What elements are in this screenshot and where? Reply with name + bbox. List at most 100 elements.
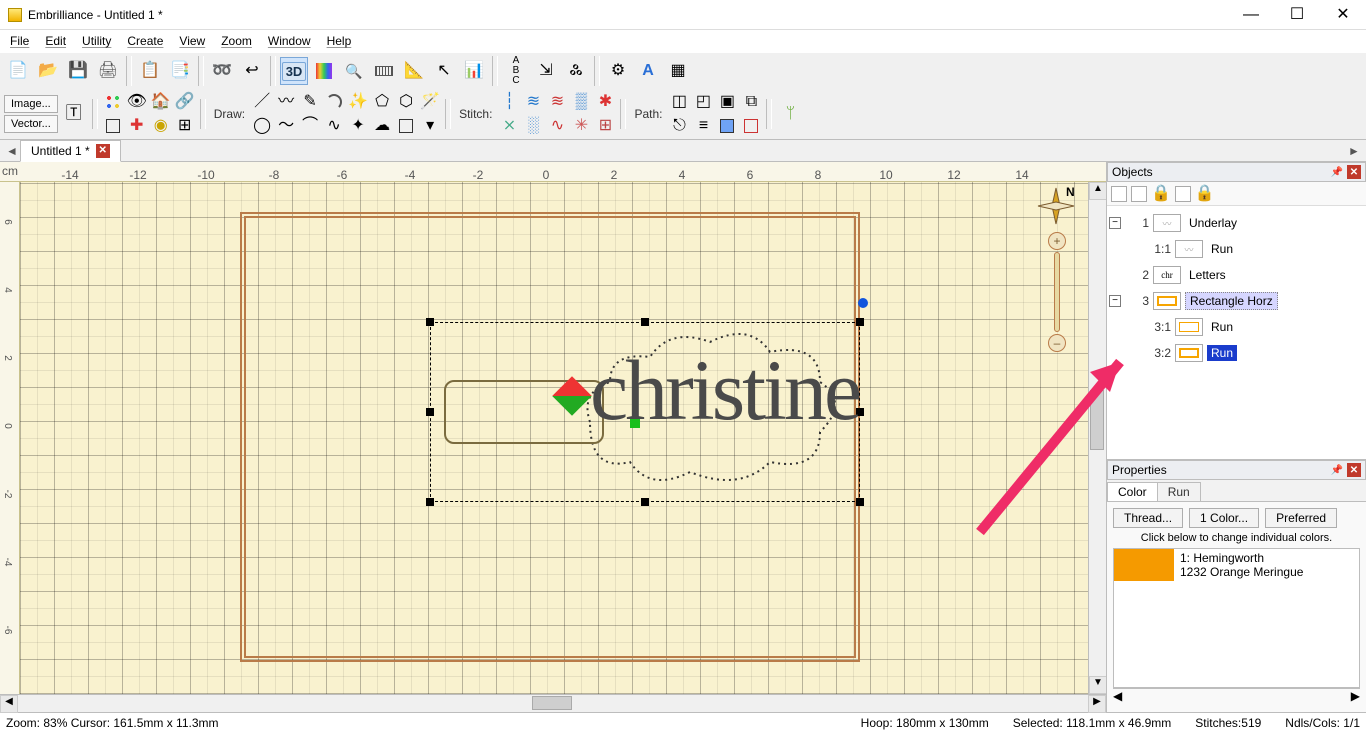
pointer-icon[interactable]: ↖ — [430, 57, 458, 85]
minimize-button[interactable]: — — [1228, 0, 1274, 30]
scroll-thumb[interactable] — [532, 696, 572, 710]
polyline-icon[interactable]: 〰 — [275, 91, 297, 113]
copy-icon[interactable]: 📋 — [136, 57, 164, 85]
gear-icon[interactable]: ⚙ — [604, 57, 632, 85]
fill-blue-icon[interactable] — [716, 115, 738, 137]
image-button[interactable]: Image... — [4, 95, 58, 113]
break-icon[interactable]: ⎋ — [668, 115, 690, 137]
grid-icon[interactable]: ▦ — [664, 57, 692, 85]
list-icon[interactable] — [1131, 186, 1147, 202]
vertical-scrollbar[interactable]: ▲ ▼ — [1088, 182, 1106, 694]
menu-utility[interactable]: Utility — [76, 32, 117, 50]
scroll-left-icon[interactable]: ◀ — [1113, 689, 1122, 706]
menu-window[interactable]: Window — [262, 32, 317, 50]
measure-icon[interactable]: 📐 — [400, 57, 428, 85]
pin-icon[interactable]: 📌 — [1331, 167, 1343, 178]
tree-item-rect-run1[interactable]: 3:1 Run — [1109, 314, 1364, 340]
cross-icon[interactable]: ⨯ — [498, 115, 520, 137]
rect-icon[interactable] — [395, 115, 417, 137]
compass-icon[interactable]: N — [1036, 186, 1076, 226]
fan-icon[interactable]: 𑗘 — [562, 57, 590, 85]
cut-icon[interactable] — [1175, 186, 1191, 202]
wave-icon[interactable]: ∿ — [546, 115, 568, 137]
motif-icon[interactable]: ✱ — [594, 91, 616, 113]
eyedropper-icon[interactable] — [102, 91, 124, 113]
color-swatch[interactable] — [1114, 549, 1174, 581]
resize-handle[interactable] — [426, 408, 434, 416]
cloud-icon[interactable]: ☁ — [371, 115, 393, 137]
resize-handle[interactable] — [426, 318, 434, 326]
texture-icon[interactable]: ⊞ — [594, 115, 616, 137]
maximize-button[interactable]: ☐ — [1274, 0, 1320, 30]
lock2-icon[interactable]: 🔒 — [1195, 186, 1215, 202]
resize-handle[interactable] — [856, 498, 864, 506]
resize-handle[interactable] — [856, 318, 864, 326]
wand-icon[interactable]: 🪄 — [419, 91, 441, 113]
spline-icon[interactable]: 〜 — [275, 115, 297, 137]
colorbars-icon[interactable]: 📊 — [460, 57, 488, 85]
panel-close-icon[interactable]: ✕ — [1347, 165, 1361, 179]
shape2-icon[interactable]: ⬡ — [395, 91, 417, 113]
select-icon[interactable] — [102, 115, 124, 137]
3d-button[interactable]: 3D — [280, 57, 308, 85]
palette-icon[interactable] — [310, 57, 338, 85]
dropdown-icon[interactable]: ▾ — [419, 115, 441, 137]
eye-icon[interactable]: 👁 — [126, 91, 148, 113]
resize-handle[interactable] — [641, 498, 649, 506]
scroll-up-icon[interactable]: ▲ — [1089, 182, 1106, 200]
line-icon[interactable]: ／ — [251, 91, 273, 113]
horizontal-scrollbar[interactable]: ◀ ▶ — [0, 694, 1106, 712]
tab-run[interactable]: Run — [1157, 482, 1201, 501]
tree-item-underlay[interactable]: − 1 〰 Underlay — [1109, 210, 1364, 236]
branch-icon[interactable]: ᛘ — [776, 100, 804, 128]
objects-tree[interactable]: − 1 〰 Underlay 1:1 〰 Run 2 chr Letters −… — [1107, 206, 1366, 459]
panel-close-icon[interactable]: ✕ — [1347, 463, 1361, 477]
scroll-right-icon[interactable]: ▶ — [1351, 689, 1360, 706]
preferred-button[interactable]: Preferred — [1265, 508, 1337, 528]
tab-scroll-left[interactable]: ◄ — [4, 144, 20, 158]
bezier-icon[interactable]: ∿ — [323, 115, 345, 137]
new-icon[interactable]: 📄 — [4, 57, 32, 85]
magic-icon[interactable]: ✨ — [347, 91, 369, 113]
save-icon[interactable]: 💾 — [64, 57, 92, 85]
tree-item-letters[interactable]: 2 chr Letters — [1109, 262, 1364, 288]
intersect-icon[interactable]: ▣ — [716, 91, 738, 113]
abc-icon[interactable]: ABC — [502, 57, 530, 85]
scroll-right-icon[interactable]: ▶ — [1088, 695, 1106, 713]
one-color-button[interactable]: 1 Color... — [1189, 508, 1259, 528]
open-icon[interactable]: 📂 — [34, 57, 62, 85]
menu-view[interactable]: View — [173, 32, 211, 50]
design-canvas[interactable]: N + – — [20, 182, 1088, 694]
vector-button[interactable]: Vector... — [4, 115, 58, 133]
scroll-left-icon[interactable]: ◀ — [0, 695, 18, 713]
tab-color[interactable]: Color — [1107, 482, 1158, 501]
nodes-icon[interactable]: ⊞ — [174, 115, 196, 137]
collapse-icon[interactable]: − — [1109, 295, 1121, 307]
zigzag-icon[interactable]: ≋ — [546, 91, 568, 113]
doc-tab-close-icon[interactable]: ✕ — [96, 144, 110, 158]
merge-icon[interactable]: ⇲ — [532, 57, 560, 85]
freehand-icon[interactable]: ✎ — [299, 91, 321, 113]
color-list[interactable]: 1: Hemingworth 1232 Orange Meringue — [1113, 548, 1360, 688]
fill1-icon[interactable]: ▒ — [570, 91, 592, 113]
align-icon[interactable]: ≡ — [692, 115, 714, 137]
outline-red-icon[interactable] — [740, 115, 762, 137]
menu-file[interactable]: File — [4, 32, 35, 50]
tree-item-underlay-run[interactable]: 1:1 〰 Run — [1109, 236, 1364, 262]
star-icon[interactable]: ✦ — [347, 115, 369, 137]
shape1-icon[interactable]: ⬠ — [371, 91, 393, 113]
tree-icon[interactable] — [1111, 186, 1127, 202]
color-list-scrollbar[interactable]: ◀ ▶ — [1113, 688, 1360, 706]
print-icon[interactable]: 🖨 — [94, 57, 122, 85]
zoom-slider[interactable]: + – — [1048, 232, 1066, 352]
text-a-icon[interactable]: A — [634, 57, 662, 85]
color-row[interactable]: 1: Hemingworth 1232 Orange Meringue — [1114, 549, 1359, 581]
tree-item-rect-run2[interactable]: 3:2 Run — [1109, 340, 1364, 366]
selected-object[interactable]: christine — [430, 322, 860, 502]
doc-tab[interactable]: Untitled 1 * ✕ — [20, 140, 121, 162]
close-button[interactable]: ✕ — [1320, 0, 1366, 30]
ellipse-icon[interactable]: ◯ — [251, 115, 273, 137]
home-icon[interactable]: 🏠 — [150, 91, 172, 113]
link-icon[interactable]: 🔗 — [174, 91, 196, 113]
fill2-icon[interactable]: ░ — [522, 115, 544, 137]
